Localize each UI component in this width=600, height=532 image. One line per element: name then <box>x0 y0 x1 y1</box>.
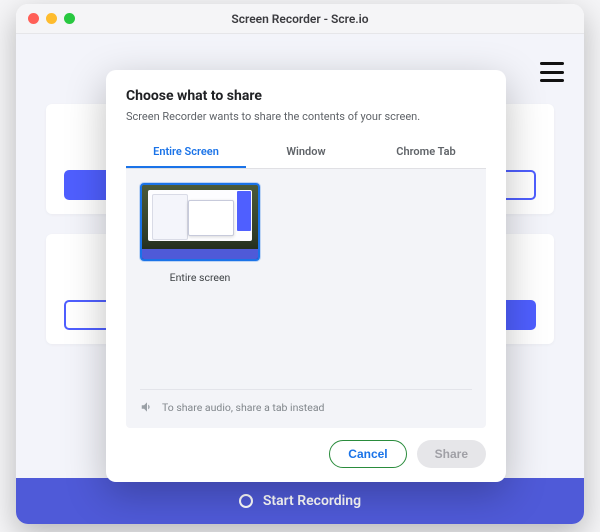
cancel-button[interactable]: Cancel <box>329 440 406 468</box>
modal-title: Choose what to share <box>126 88 486 104</box>
record-icon <box>239 494 253 508</box>
share-tabs: Entire Screen Window Chrome Tab <box>126 137 486 169</box>
modal-footer: Cancel Share <box>126 440 486 468</box>
close-window-icon[interactable] <box>28 13 39 24</box>
maximize-window-icon[interactable] <box>64 13 75 24</box>
tab-chrome-tab[interactable]: Chrome Tab <box>366 137 486 168</box>
start-recording-button[interactable]: Start Recording <box>16 478 584 524</box>
window-title: Screen Recorder - Scre.io <box>16 12 584 26</box>
tab-window[interactable]: Window <box>246 137 366 168</box>
titlebar: Screen Recorder - Scre.io <box>16 4 584 34</box>
window-controls <box>28 13 75 24</box>
menu-icon[interactable] <box>540 62 564 82</box>
tab-content: Entire screen To share audio, share a ta… <box>126 169 486 428</box>
audio-note-text: To share audio, share a tab instead <box>162 401 324 414</box>
speaker-icon <box>140 400 154 414</box>
minimize-window-icon[interactable] <box>46 13 57 24</box>
audio-note: To share audio, share a tab instead <box>140 389 472 414</box>
screen-option[interactable]: Entire screen <box>140 183 270 284</box>
modal-description: Screen Recorder wants to share the conte… <box>126 110 486 123</box>
screen-thumbnail-label: Entire screen <box>140 271 260 284</box>
share-button: Share <box>417 440 486 468</box>
start-recording-label: Start Recording <box>263 493 361 509</box>
screen-thumbnail <box>140 183 260 261</box>
app-window: Screen Recorder - Scre.io Start Recordin… <box>16 4 584 524</box>
share-modal: Choose what to share Screen Recorder wan… <box>106 70 506 482</box>
tab-entire-screen[interactable]: Entire Screen <box>126 137 246 168</box>
app-body: Start Recording Choose what to share Scr… <box>16 34 584 524</box>
